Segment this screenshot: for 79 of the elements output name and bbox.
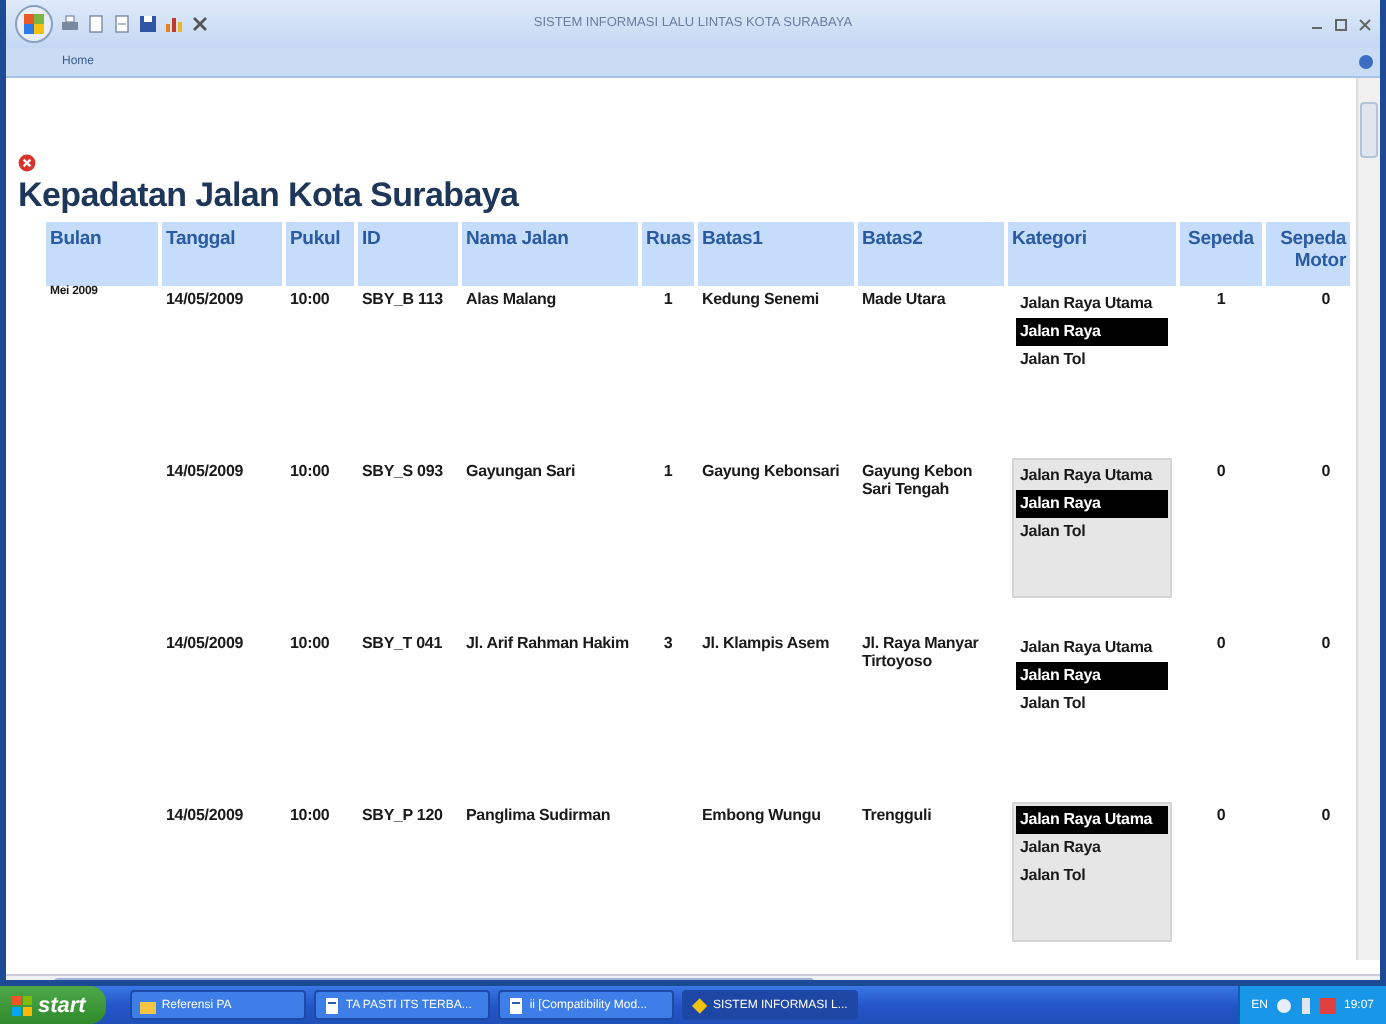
close-icon[interactable] bbox=[190, 14, 210, 34]
list-option[interactable]: Jalan Raya bbox=[1016, 490, 1168, 518]
list-option[interactable]: Jalan Tol bbox=[1016, 690, 1090, 718]
table-cell: 3 bbox=[663, 634, 673, 652]
document-icon bbox=[323, 997, 340, 1013]
column-header: ID bbox=[358, 222, 458, 286]
table-cell: 14/05/2009 bbox=[166, 806, 244, 824]
flag-icon bbox=[12, 995, 32, 1015]
table-cell: Embong Wungu bbox=[702, 806, 821, 824]
list-option[interactable]: Jalan Raya Utama bbox=[1016, 462, 1157, 490]
table-cell: 0 bbox=[1321, 290, 1330, 308]
list-option[interactable]: Jalan Raya bbox=[1016, 662, 1168, 690]
start-button[interactable]: start bbox=[0, 986, 106, 1024]
table-cell: Gayung Kebon Sari Tengah bbox=[862, 462, 973, 498]
table-cell: 14/05/2009 bbox=[166, 634, 244, 652]
column-header: Tanggal bbox=[162, 222, 282, 286]
table-cell: 0 bbox=[1321, 634, 1330, 652]
column-header: Kategori bbox=[1008, 222, 1176, 286]
table-cell: Made Utara bbox=[862, 290, 946, 308]
table-cell: 14/05/2009 bbox=[166, 462, 244, 480]
table-cell: 0 bbox=[1216, 806, 1226, 824]
column-header: Batas1 bbox=[698, 222, 854, 286]
list-option[interactable]: Jalan Tol bbox=[1016, 346, 1090, 374]
diamond-icon bbox=[691, 997, 707, 1013]
column-header: Ruas bbox=[642, 222, 694, 286]
list-option[interactable]: Jalan Raya Utama bbox=[1016, 634, 1157, 662]
list-option[interactable]: Jalan Tol bbox=[1016, 518, 1090, 546]
list-option[interactable]: Jalan Tol bbox=[1016, 862, 1090, 890]
table-cell: Gayungan Sari bbox=[466, 462, 576, 480]
save-icon[interactable] bbox=[138, 14, 158, 34]
table-cell: 1 bbox=[663, 462, 673, 480]
maximize-icon[interactable] bbox=[1334, 17, 1348, 31]
table-cell: SBY_S 093 bbox=[362, 462, 443, 480]
column-header: Batas2 bbox=[858, 222, 1004, 286]
table-cell: 10:00 bbox=[290, 462, 330, 480]
document-icon bbox=[507, 997, 524, 1013]
column-header: Sepeda bbox=[1180, 222, 1262, 286]
table-cell: 10:00 bbox=[290, 290, 330, 308]
category-listbox[interactable]: Jalan Raya Utama Jalan Raya Jalan Tol bbox=[1012, 458, 1172, 598]
table-cell: Gayung Kebonsari bbox=[702, 462, 840, 480]
category-listbox[interactable]: Jalan Raya Utama Jalan Raya Jalan Tol bbox=[1012, 802, 1172, 942]
column-header: Nama Jalan bbox=[462, 222, 638, 286]
table-cell: SBY_T 041 bbox=[362, 634, 443, 652]
column-header: Sepeda Motor bbox=[1266, 222, 1350, 286]
table-cell: 1 bbox=[1216, 290, 1226, 308]
list-option[interactable]: Jalan Raya Utama bbox=[1016, 806, 1168, 834]
table-cell: Trengguli bbox=[862, 806, 932, 824]
table-cell: 10:00 bbox=[290, 806, 330, 824]
printer-icon[interactable] bbox=[60, 14, 80, 34]
table-cell: SBY_P 120 bbox=[362, 806, 443, 824]
table-cell: SBY_B 113 bbox=[362, 290, 443, 308]
table-cell: 0 bbox=[1216, 462, 1226, 480]
list-option[interactable]: Jalan Raya Utama bbox=[1016, 290, 1157, 318]
column-header: Bulan bbox=[46, 222, 158, 286]
table-cell: 10:00 bbox=[290, 634, 330, 652]
column-header: Pukul bbox=[286, 222, 354, 286]
table-cell: Jl. Klampis Asem bbox=[702, 634, 830, 652]
table-cell: Kedung Senemi bbox=[702, 290, 820, 308]
page-icon[interactable] bbox=[86, 14, 106, 34]
vertical-scrollbar[interactable] bbox=[1356, 78, 1380, 960]
table-cell: 0 bbox=[1321, 806, 1330, 824]
list-option[interactable]: Jalan Raya bbox=[1016, 834, 1105, 862]
table-cell: 0 bbox=[1321, 462, 1330, 480]
folder-icon bbox=[139, 997, 156, 1013]
table-cell: 1 bbox=[663, 290, 673, 308]
office-button-icon bbox=[14, 4, 54, 44]
category-listbox[interactable]: Jalan Raya Utama Jalan Raya Jalan Tol bbox=[1012, 630, 1172, 770]
category-listbox[interactable]: Jalan Raya Utama Jalan Raya Jalan Tol bbox=[1012, 286, 1172, 426]
table-cell: 0 bbox=[1216, 634, 1226, 652]
close-icon[interactable] bbox=[18, 154, 36, 172]
table-cell: Jl. Arif Rahman Hakim bbox=[466, 634, 629, 652]
table-cell: Panglima Sudirman bbox=[466, 806, 611, 824]
page-title: Kepadatan Jalan Kota Surabaya bbox=[18, 176, 521, 216]
table-cell: Alas Malang bbox=[466, 290, 557, 308]
chart-icon[interactable] bbox=[164, 14, 184, 34]
table-cell: 14/05/2009 bbox=[166, 290, 244, 308]
list-option[interactable]: Jalan Raya bbox=[1016, 318, 1168, 346]
close-icon[interactable] bbox=[1358, 17, 1372, 31]
table-cell: Jl. Raya Manyar Tirtoyoso bbox=[862, 634, 979, 670]
